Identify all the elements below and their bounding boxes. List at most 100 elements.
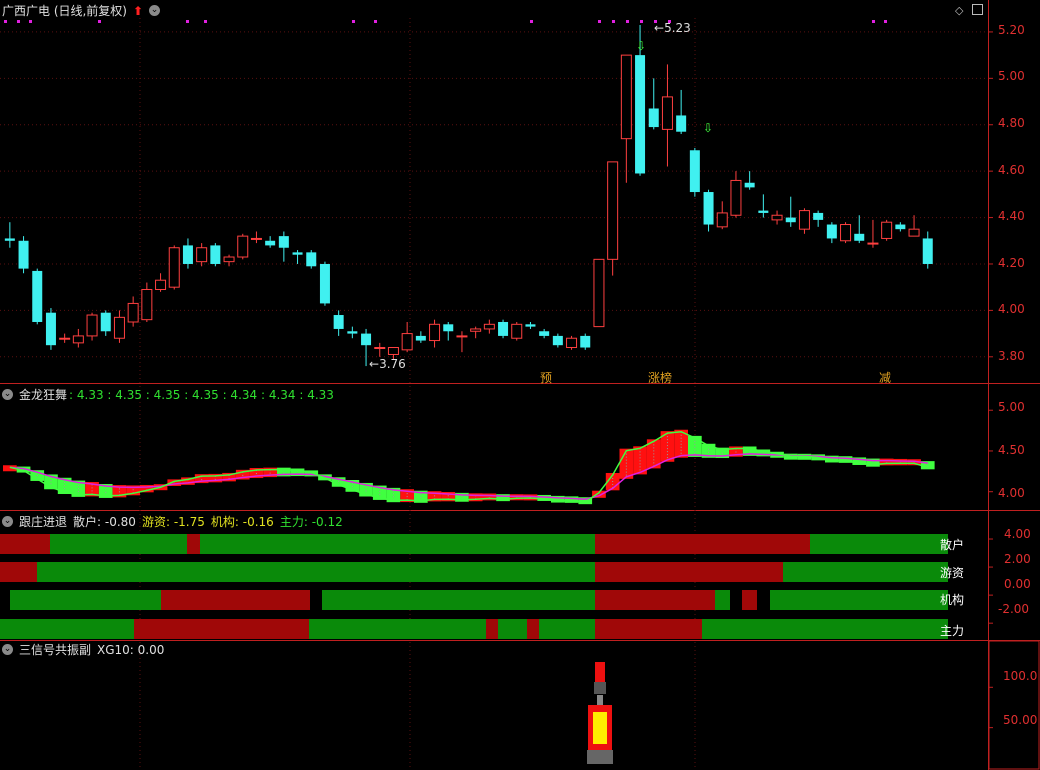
candle-body <box>361 333 372 346</box>
band-segment <box>50 534 187 554</box>
band-segment <box>595 619 702 639</box>
down-arrow-icon: ⇩ <box>703 121 713 135</box>
candle-body <box>278 236 289 248</box>
y-tick: 4.20 <box>998 256 1025 270</box>
band-segment <box>595 590 715 610</box>
indicator3-values: XG10: 0.00 <box>97 642 165 657</box>
candle-body <box>347 331 358 334</box>
event-tag-reduce[interactable]: 减 <box>879 369 891 386</box>
candle-body <box>333 315 344 329</box>
candle-body <box>415 335 426 341</box>
candle-body <box>758 210 769 213</box>
y-tick: 50.00 <box>1003 713 1038 727</box>
top-marker <box>352 20 355 23</box>
square-icon[interactable] <box>972 4 983 15</box>
chevron-down-icon[interactable]: ⌄ <box>149 5 161 16</box>
top-marker <box>29 20 32 23</box>
band-segment <box>0 562 37 582</box>
y-tick: 4.00 <box>998 486 1025 500</box>
band-segment <box>309 619 486 639</box>
y-tick: 4.40 <box>998 209 1025 223</box>
band-segment <box>595 534 810 554</box>
top-marker <box>98 20 101 23</box>
candle-body <box>182 245 193 264</box>
candle-body <box>237 235 249 258</box>
candle-body <box>59 337 71 340</box>
candle-body <box>648 108 659 128</box>
candle-body <box>539 331 550 336</box>
band-segment <box>742 590 757 610</box>
indicator1-values: : 4.33 : 4.35 : 4.35 : 4.35 : 4.34 : 4.3… <box>69 387 334 402</box>
candle-body <box>744 182 755 188</box>
candle-body <box>113 316 125 339</box>
diamond-icon[interactable]: ◇ <box>955 4 963 17</box>
indicator3-name: 三信号共振副 <box>19 643 92 657</box>
candle-body <box>374 347 386 350</box>
band-segment <box>702 619 948 639</box>
band-segment <box>498 619 527 639</box>
band-segment <box>161 590 310 610</box>
candle-body <box>703 192 714 225</box>
hot-money-value: 游资: -1.75 <box>141 515 205 529</box>
candle-body <box>250 237 262 240</box>
candle-body <box>716 212 728 228</box>
row-label-retail: 散户 <box>940 538 965 552</box>
band-segment <box>810 534 948 554</box>
indicator1-header: ⌄ 金龙狂舞 : 4.33 : 4.35 : 4.35 : 4.35 : 4.3… <box>2 386 334 403</box>
candle-body <box>661 96 673 130</box>
rocket-neck <box>597 695 603 705</box>
candle-body <box>798 210 810 230</box>
candle-body <box>525 324 536 327</box>
low-label: ←3.76 <box>369 357 406 371</box>
candle-body <box>456 335 468 338</box>
candle-body <box>580 335 591 348</box>
candle-body <box>168 247 180 288</box>
y-tick: 4.50 <box>998 443 1025 457</box>
event-tag-limit-list[interactable]: 涨榜 <box>648 369 672 386</box>
candle-body <box>607 161 619 260</box>
event-tag-pre[interactable]: 预 <box>540 369 552 386</box>
candle-body <box>922 238 933 264</box>
candle-body <box>319 263 330 304</box>
top-marker <box>640 20 643 23</box>
y-tick: 100.0 <box>1003 669 1038 683</box>
candle-body <box>292 252 303 255</box>
top-marker <box>374 20 377 23</box>
indicator2-name: 跟庄进退 <box>19 515 68 529</box>
top-marker <box>612 20 615 23</box>
rocket-cone <box>594 682 606 694</box>
candle-body <box>86 314 98 337</box>
top-marker <box>626 20 629 23</box>
candle-body <box>895 224 906 230</box>
band-segment <box>322 590 595 610</box>
y-tick: 4.00 <box>1004 527 1031 541</box>
indicator1-block <box>893 458 908 466</box>
band-segment <box>783 562 948 582</box>
candle-body <box>210 245 221 264</box>
band-segment <box>527 619 539 639</box>
candle-body <box>443 324 454 332</box>
row-label-hot-money: 游资 <box>940 566 965 580</box>
indicator2-header: ⌄ 跟庄进退 散户: -0.80 游资: -1.75 机构: -0.16 主力:… <box>2 513 343 530</box>
chevron-down-icon[interactable]: ⌄ <box>2 644 13 655</box>
candle-body <box>141 289 153 321</box>
candle-body <box>18 240 29 269</box>
candle-body <box>826 224 837 239</box>
up-arrow-icon[interactable]: ⬆ <box>133 4 143 18</box>
candle-body <box>867 242 879 245</box>
candle-body <box>4 238 15 241</box>
main-panel-header: 广西广电 (日线,前复权) ⬆ ⌄ <box>2 2 161 19</box>
band-segment <box>187 534 200 554</box>
high-label: ←5.23 <box>654 21 691 35</box>
chart-window: { "window": { "title": "广西广电 (日线,前复权)", … <box>0 0 1040 770</box>
y-tick: 0.00 <box>1004 577 1031 591</box>
y-tick: -2.00 <box>998 602 1030 616</box>
band-segment <box>0 619 134 639</box>
indicator1-block <box>509 494 524 501</box>
y-tick: 2.00 <box>1004 552 1031 566</box>
candle-body <box>854 233 865 241</box>
chevron-down-icon[interactable]: ⌄ <box>2 389 13 400</box>
chevron-down-icon[interactable]: ⌄ <box>2 516 13 527</box>
candle-body <box>483 323 495 330</box>
band-segment <box>715 590 730 610</box>
